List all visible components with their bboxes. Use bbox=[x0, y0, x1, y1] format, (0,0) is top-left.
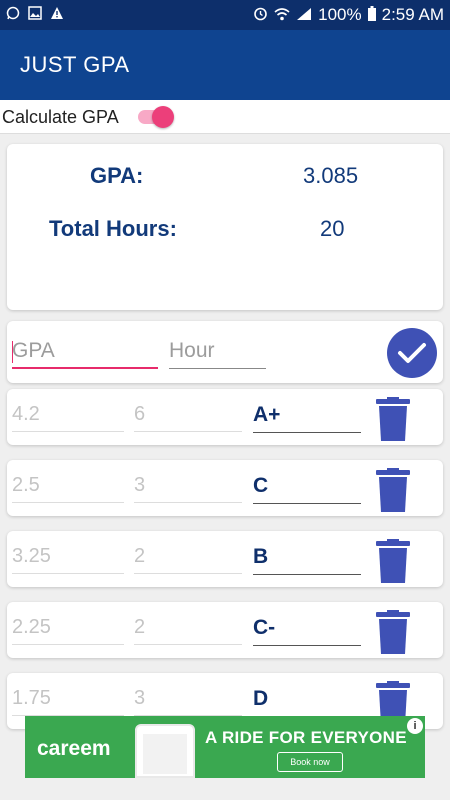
course-grade: D bbox=[253, 687, 269, 710]
gpa-value: 3.085 bbox=[303, 163, 359, 188]
underline bbox=[253, 645, 361, 646]
course-grade-field[interactable]: C- bbox=[253, 616, 361, 646]
course-grade: C bbox=[253, 474, 269, 497]
underline bbox=[12, 502, 124, 503]
course-grade-field[interactable]: D bbox=[253, 687, 361, 717]
course-gpa-field[interactable]: 2.25 bbox=[12, 616, 124, 645]
course-gpa-field[interactable]: 4.2 bbox=[12, 403, 124, 432]
underline bbox=[12, 573, 124, 574]
course-hours: 2 bbox=[134, 545, 146, 567]
underline bbox=[134, 431, 242, 432]
underline bbox=[12, 644, 124, 645]
calculate-gpa-row: Calculate GPA bbox=[0, 100, 450, 134]
calculate-gpa-switch[interactable] bbox=[136, 106, 176, 128]
switch-thumb bbox=[152, 106, 174, 128]
delete-course-button[interactable] bbox=[376, 539, 410, 583]
check-icon bbox=[398, 343, 426, 363]
course-gpa: 2.5 bbox=[12, 474, 40, 496]
course-hours-field[interactable]: 3 bbox=[134, 687, 242, 716]
signal-icon bbox=[296, 7, 312, 24]
gpa-placeholder: GPA bbox=[12, 339, 55, 362]
course-hours-field[interactable]: 2 bbox=[134, 616, 242, 645]
underline bbox=[12, 431, 124, 432]
underline bbox=[134, 573, 242, 574]
course-row: 2.25 2 C- bbox=[7, 602, 443, 658]
alarm-icon bbox=[253, 6, 268, 24]
total-hours-label: Total Hours: bbox=[49, 216, 177, 241]
add-course-button[interactable] bbox=[387, 328, 437, 378]
ad-brand-logo: careem bbox=[37, 737, 111, 760]
status-bar: 100% 2:59 AM bbox=[0, 0, 450, 30]
course-grade-field[interactable]: A+ bbox=[253, 403, 361, 433]
text-caret bbox=[12, 341, 13, 363]
app-title: JUST GPA bbox=[20, 52, 130, 77]
calculate-gpa-label: Calculate GPA bbox=[2, 107, 119, 127]
hour-input[interactable]: Hour bbox=[169, 339, 266, 369]
course-grade-field[interactable]: B bbox=[253, 545, 361, 575]
hour-input-underline bbox=[169, 368, 266, 369]
course-hours-field[interactable]: 6 bbox=[134, 403, 242, 432]
warning-icon bbox=[50, 6, 64, 20]
course-grade-field[interactable]: C bbox=[253, 474, 361, 504]
delete-course-button[interactable] bbox=[376, 397, 410, 441]
course-grade: B bbox=[253, 545, 269, 568]
ad-book-now-button[interactable]: Book now bbox=[277, 752, 343, 772]
course-hours-field[interactable]: 3 bbox=[134, 474, 242, 503]
underline bbox=[253, 574, 361, 575]
delete-course-button[interactable] bbox=[376, 610, 410, 654]
gpa-input[interactable]: GPA bbox=[12, 339, 158, 369]
course-row: 3.25 2 B bbox=[7, 531, 443, 587]
course-row: 2.5 3 C bbox=[7, 460, 443, 516]
wifi-icon bbox=[274, 7, 290, 24]
course-gpa-field[interactable]: 2.5 bbox=[12, 474, 124, 503]
ad-banner[interactable]: careem A RIDE FOR EVERYONE Book now i bbox=[25, 716, 425, 778]
phone-screen bbox=[143, 734, 187, 774]
course-hours-field[interactable]: 2 bbox=[134, 545, 242, 574]
gpa-label: GPA: bbox=[90, 163, 144, 188]
clock: 2:59 AM bbox=[381, 5, 444, 24]
whatsapp-icon bbox=[6, 6, 20, 20]
entry-card: GPA Hour bbox=[7, 321, 443, 383]
total-hours-value: 20 bbox=[320, 216, 345, 241]
course-hours: 3 bbox=[134, 687, 146, 709]
course-gpa-field[interactable]: 1.75 bbox=[12, 687, 124, 716]
underline bbox=[134, 644, 242, 645]
course-hours: 6 bbox=[134, 403, 146, 425]
summary-card: GPA: 3.085 Total Hours: 20 bbox=[7, 144, 443, 310]
course-gpa-field[interactable]: 3.25 bbox=[12, 545, 124, 574]
gpa-input-underline bbox=[12, 367, 158, 369]
course-row: 4.2 6 A+ bbox=[7, 389, 443, 445]
image-icon bbox=[28, 6, 42, 20]
course-gpa: 2.25 bbox=[12, 616, 51, 638]
underline bbox=[253, 503, 361, 504]
course-grade: C- bbox=[253, 616, 276, 639]
underline bbox=[134, 502, 242, 503]
course-gpa: 4.2 bbox=[12, 403, 40, 425]
phone-illustration bbox=[135, 724, 195, 778]
app-bar: JUST GPA bbox=[0, 30, 450, 100]
course-grade: A+ bbox=[253, 403, 281, 426]
ad-info-icon[interactable]: i bbox=[407, 718, 423, 734]
battery-level: 100% bbox=[318, 5, 362, 24]
hour-placeholder: Hour bbox=[169, 339, 215, 362]
course-hours: 2 bbox=[134, 616, 146, 638]
delete-course-button[interactable] bbox=[376, 468, 410, 512]
ad-headline: A RIDE FOR EVERYONE bbox=[205, 728, 407, 747]
underline bbox=[253, 432, 361, 433]
battery-icon bbox=[367, 6, 376, 24]
course-hours: 3 bbox=[134, 474, 146, 496]
course-gpa: 3.25 bbox=[12, 545, 51, 567]
course-gpa: 1.75 bbox=[12, 687, 51, 709]
